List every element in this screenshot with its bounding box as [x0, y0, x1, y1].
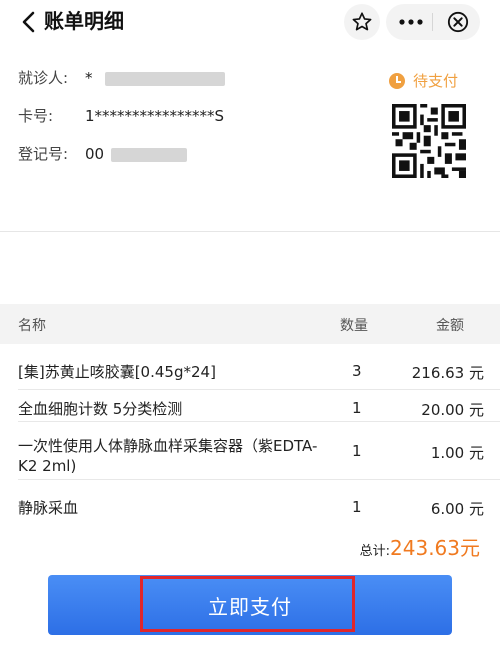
page-title: 账单明细 — [44, 9, 124, 33]
card-number-value: 1****************S — [85, 107, 225, 125]
patient-name-label: 就诊人: — [18, 69, 69, 87]
more-button[interactable] — [396, 4, 426, 40]
payment-status: 待支付 — [389, 70, 458, 91]
column-header-amount: 金额 — [436, 318, 464, 334]
item-amount: 216.63 元 — [411, 364, 484, 382]
item-quantity: 1 — [352, 498, 362, 516]
column-header-name: 名称 — [18, 318, 46, 334]
spacer — [0, 232, 500, 304]
highlight-box — [140, 576, 355, 632]
chevron-left-icon — [22, 11, 35, 33]
table-row: 一次性使用人体静脉血样采集容器（紫EDTA-K2 2ml) 1 1.00 元 — [0, 422, 500, 480]
more-dots-icon — [399, 19, 423, 25]
item-name: 全血细胞计数 5分类检测 — [18, 400, 183, 418]
item-name: 一次性使用人体静脉血样采集容器（紫EDTA-K2 2ml) — [18, 437, 318, 475]
column-header-quantity: 数量 — [340, 318, 368, 334]
capsule-divider — [432, 13, 433, 31]
favorite-button[interactable] — [344, 4, 380, 40]
item-quantity: 3 — [352, 362, 362, 380]
registration-label: 登记号: — [18, 145, 69, 163]
item-name: [集]苏黄止咳胶囊[0.45g*24] — [18, 363, 216, 381]
close-button[interactable] — [440, 4, 476, 40]
table-row: 全血细胞计数 5分类检测 1 20.00 元 — [0, 390, 500, 422]
masked-text — [110, 147, 187, 162]
capsule-menu — [386, 4, 480, 40]
card-number-label: 卡号: — [18, 107, 54, 125]
table-header: 名称 数量 金额 — [0, 304, 500, 344]
total-summary: 总计: 243.63元 — [360, 532, 480, 561]
item-amount: 1.00 元 — [430, 444, 484, 462]
item-quantity: 1 — [352, 442, 362, 460]
registration-value: 00 — [85, 144, 187, 164]
total-amount: 243.63元 — [390, 536, 480, 560]
table-row: 静脉采血 1 6.00 元 — [0, 480, 500, 520]
item-amount: 20.00 元 — [421, 401, 484, 419]
table-row: [集]苏黄止咳胶囊[0.45g*24] 3 216.63 元 — [0, 344, 500, 390]
clock-icon — [389, 72, 405, 89]
masked-text — [105, 71, 226, 86]
patient-info-section: 就诊人: * 卡号: 1****************S 登记号: 00 待支… — [0, 46, 500, 231]
payment-status-text: 待支付 — [413, 72, 459, 90]
item-name: 静脉采血 — [18, 499, 79, 517]
close-circle-icon — [447, 11, 469, 33]
qr-code-image[interactable] — [392, 104, 466, 178]
patient-name-value: * — [85, 68, 226, 88]
star-icon — [352, 12, 372, 31]
navigation-bar: 账单明细 — [0, 0, 500, 46]
back-button[interactable] — [14, 8, 42, 36]
item-quantity: 1 — [352, 399, 362, 417]
item-amount: 6.00 元 — [430, 500, 484, 518]
total-label: 总计: — [359, 544, 391, 559]
